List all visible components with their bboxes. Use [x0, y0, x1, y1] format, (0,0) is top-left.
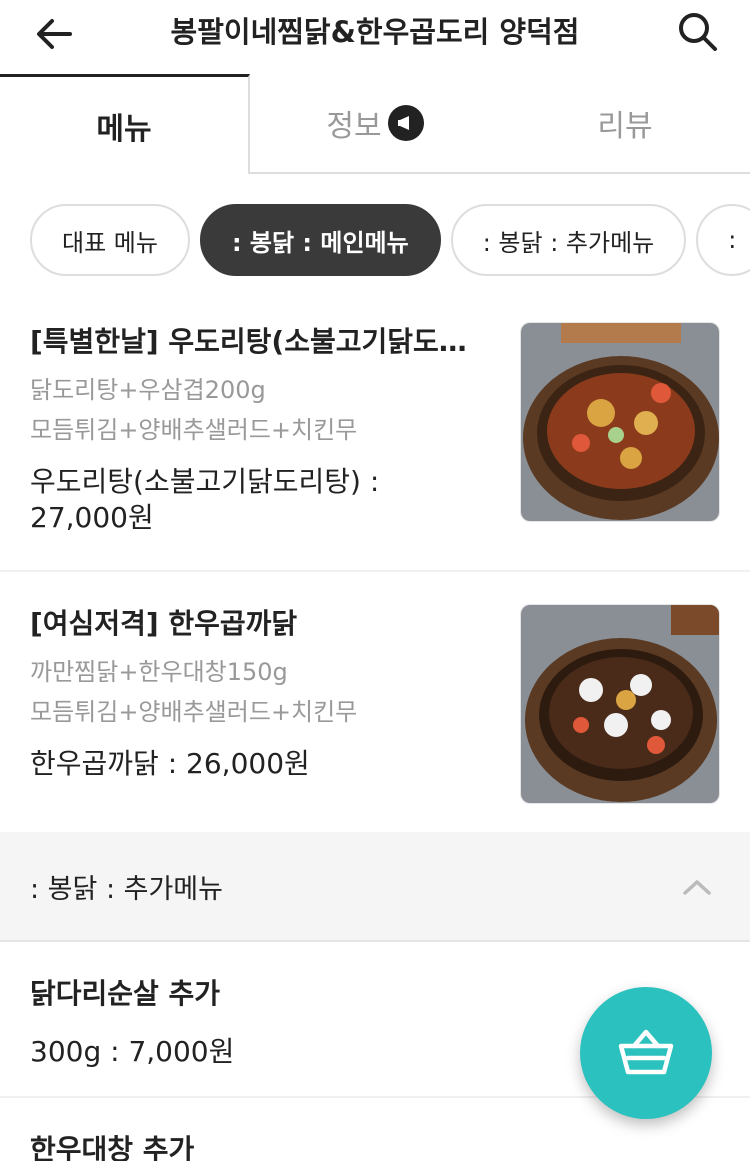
arrow-left-icon: [37, 19, 72, 49]
menu-item-desc: 모듬튀김+양배추샐러드+치킨무: [30, 416, 358, 444]
store-title: 봉팔이네찜닭&한우곱도리 양덕점: [170, 15, 580, 49]
search-icon: [679, 13, 717, 51]
tab-menu-label: 메뉴: [96, 111, 152, 147]
option-item-name: 한우대창 추가: [30, 1133, 195, 1161]
category-chips: 대표 메뉴 : 봉닭 : 메인메뉴 : 봉닭 : 추가메뉴 :: [30, 204, 750, 276]
tab-info-label: 정보: [326, 109, 382, 144]
tab-reviews-label: 리뷰: [597, 109, 653, 144]
chip-featured-menu[interactable]: 대표 메뉴: [30, 204, 190, 276]
basket-icon: [618, 1029, 674, 1075]
menu-item-name: [여심저격] 한우곱까닭: [30, 607, 298, 640]
menu-item-desc: 까만찜닭+한우대창150g: [30, 658, 288, 686]
chip-more[interactable]: :: [696, 204, 750, 276]
megaphone-icon: [387, 105, 424, 141]
menu-item-desc: 닭도리탕+우삼겹200g: [30, 376, 266, 404]
section-title: : 봉닭 : 추가메뉴: [30, 874, 223, 905]
tab-reviews[interactable]: 리뷰: [500, 74, 750, 174]
menu-item-price: 우도리탕(소불고기닭도리탕) : 27,000원: [30, 465, 380, 534]
option-item-name: 닭다리순살 추가: [30, 977, 221, 1010]
menu-item-price: 한우곱까닭 : 26,000원: [30, 747, 310, 780]
search-button[interactable]: [674, 8, 722, 56]
menu-item-photo: [520, 604, 720, 804]
option-item-price: 300g : 7,000원: [30, 1035, 235, 1068]
tab-menu[interactable]: 메뉴: [0, 74, 250, 174]
menu-item-name: [특별한날] 우도리탕(소불고기닭도리탕): [30, 325, 490, 358]
menu-item[interactable]: [특별한날] 우도리탕(소불고기닭도리탕) 닭도리탕+우삼겹200g 모듬튀김+…: [0, 322, 750, 572]
cart-button[interactable]: [580, 987, 712, 1119]
section-header-extra-menu[interactable]: : 봉닭 : 추가메뉴: [0, 832, 750, 942]
store-tabs: 메뉴 정보 리뷰: [0, 74, 750, 174]
tab-info[interactable]: 정보: [250, 74, 500, 174]
chip-extra-menu[interactable]: : 봉닭 : 추가메뉴: [450, 204, 687, 276]
menu-item-desc: 모듬튀김+양배추샐러드+치킨무: [30, 698, 358, 726]
menu-item-photo: [520, 322, 720, 522]
back-button[interactable]: [30, 10, 78, 58]
chevron-up-icon[interactable]: [682, 872, 712, 902]
menu-item[interactable]: [여심저격] 한우곱까닭 까만찜닭+한우대창150g 모듬튀김+양배추샐러드+치…: [0, 604, 750, 832]
chip-main-menu[interactable]: : 봉닭 : 메인메뉴: [199, 204, 441, 276]
app-header: 봉팔이네찜닭&한우곱도리 양덕점: [0, 0, 750, 76]
